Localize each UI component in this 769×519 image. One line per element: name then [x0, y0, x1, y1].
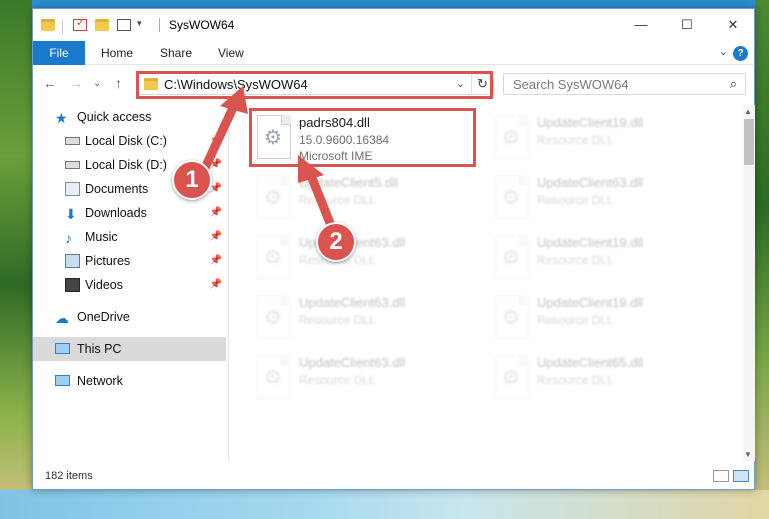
- arrow-1-shaft: [200, 105, 237, 173]
- arrow-2-shaft: [307, 173, 337, 233]
- step-1-badge: 1: [172, 160, 212, 200]
- arrow-1-head: [220, 86, 248, 114]
- arrow-2-head: [298, 155, 324, 183]
- step-2-badge: 2: [316, 222, 356, 262]
- annotation-arrows: [200, 86, 337, 233]
